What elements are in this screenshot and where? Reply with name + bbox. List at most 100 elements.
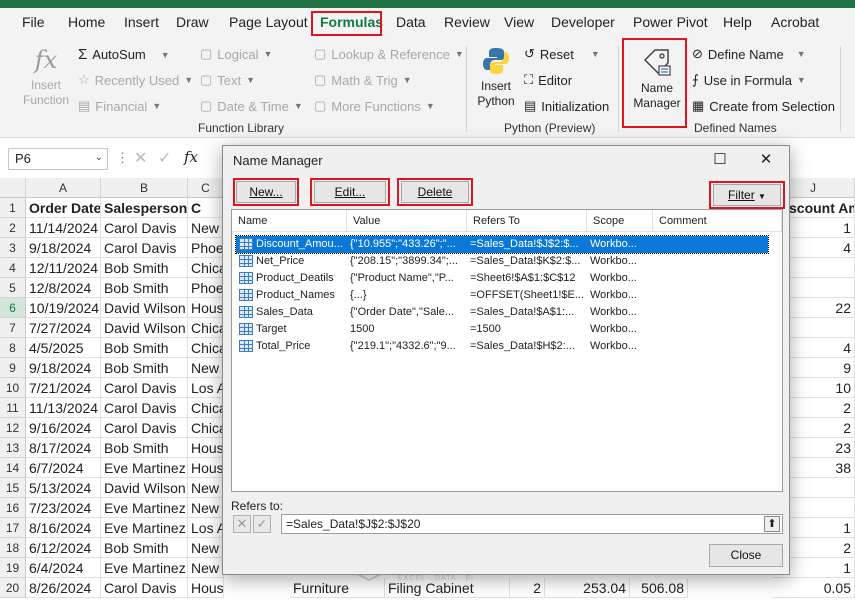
chevron-down-icon[interactable]: ⌄: [95, 152, 103, 163]
column-header-a[interactable]: A: [26, 178, 101, 198]
name-list-item[interactable]: Sales_Data {"Order Date","Sale... =Sales_D…: [236, 304, 768, 321]
use-in-formula-button[interactable]: ⨍ Use in Formula ▼: [692, 72, 806, 88]
column-name[interactable]: Name: [232, 210, 347, 232]
date-time-button[interactable]: ▢ Date & Time ▼: [200, 98, 303, 114]
data-cell[interactable]: 11/14/2024: [26, 218, 101, 238]
autosum-button[interactable]: Σ AutoSum ▼: [78, 46, 170, 63]
data-cell[interactable]: 8/26/2024: [26, 578, 101, 598]
data-cell[interactable]: Chica: [188, 258, 224, 278]
data-cell[interactable]: Bob Smith: [101, 358, 188, 378]
python-initialization-button[interactable]: ▤ Initialization: [524, 98, 609, 114]
data-cell[interactable]: Chica: [188, 398, 224, 418]
data-cell[interactable]: 2: [510, 578, 545, 598]
data-cell[interactable]: David Wilson: [101, 298, 188, 318]
row-header[interactable]: 6: [0, 298, 26, 318]
row-header[interactable]: 8: [0, 338, 26, 358]
data-cell[interactable]: David Wilson: [101, 318, 188, 338]
row-header[interactable]: 2: [0, 218, 26, 238]
data-cell[interactable]: Hous: [188, 438, 224, 458]
column-header-c[interactable]: C: [188, 178, 224, 198]
data-cell[interactable]: New: [188, 478, 224, 498]
tab-insert[interactable]: Insert: [124, 14, 159, 30]
cancel-edit-icon[interactable]: ✕: [233, 515, 251, 533]
lookup-reference-button[interactable]: ▢ Lookup & Reference ▼: [314, 46, 464, 62]
data-cell[interactable]: Phoe: [188, 278, 224, 298]
tab-page-layout[interactable]: Page Layout: [229, 14, 308, 30]
python-editor-button[interactable]: ⛶ Editor: [524, 72, 572, 88]
data-cell[interactable]: Chica: [188, 418, 224, 438]
data-cell[interactable]: 506.08: [630, 578, 688, 598]
column-header-b[interactable]: B: [101, 178, 188, 198]
data-cell[interactable]: 9/18/2024: [26, 358, 101, 378]
data-cell[interactable]: 253.04: [545, 578, 630, 598]
header-cell[interactable]: C: [188, 198, 224, 218]
data-cell[interactable]: 7/21/2024: [26, 378, 101, 398]
data-cell[interactable]: Bob Smith: [101, 338, 188, 358]
row-header[interactable]: 16: [0, 498, 26, 518]
data-cell[interactable]: David Wilson: [101, 478, 188, 498]
data-cell[interactable]: Eve Martinez: [101, 498, 188, 518]
data-cell[interactable]: Bob Smith: [101, 258, 188, 278]
tab-file[interactable]: File: [22, 14, 45, 30]
data-cell[interactable]: 5/13/2024: [26, 478, 101, 498]
name-list-item[interactable]: Total_Price {"219.1";"4332.6";"9... =Sales…: [236, 338, 768, 355]
data-cell[interactable]: Hous: [188, 458, 224, 478]
more-functions-button[interactable]: ▢ More Functions ▼: [314, 98, 435, 114]
data-cell[interactable]: Chica: [188, 318, 224, 338]
data-cell[interactable]: Carol Davis: [101, 578, 188, 598]
data-cell[interactable]: Phoe: [188, 238, 224, 258]
recently-used-button[interactable]: ☆ Recently Used ▼: [78, 72, 193, 88]
tab-power-pivot[interactable]: Power Pivot: [633, 14, 708, 30]
row-header[interactable]: 1: [0, 198, 26, 218]
data-cell[interactable]: 6/12/2024: [26, 538, 101, 558]
data-cell[interactable]: Carol Davis: [101, 418, 188, 438]
column-comment[interactable]: Comment: [653, 210, 782, 232]
data-cell[interactable]: Bob Smith: [101, 538, 188, 558]
logical-button[interactable]: ▢ Logical ▼: [200, 46, 272, 62]
row-header[interactable]: 5: [0, 278, 26, 298]
row-header[interactable]: 14: [0, 458, 26, 478]
data-cell[interactable]: 12/8/2024: [26, 278, 101, 298]
row-header[interactable]: 19: [0, 558, 26, 578]
select-all-corner[interactable]: [0, 178, 26, 198]
text-button[interactable]: ▢ Text ▼: [200, 72, 255, 88]
name-box[interactable]: P6 ⌄: [8, 148, 108, 170]
data-cell[interactable]: Eve Martinez: [101, 518, 188, 538]
data-cell[interactable]: 4/5/2025: [26, 338, 101, 358]
row-header[interactable]: 11: [0, 398, 26, 418]
tab-review[interactable]: Review: [444, 14, 490, 30]
data-cell[interactable]: Carol Davis: [101, 378, 188, 398]
data-cell[interactable]: New: [188, 538, 224, 558]
maximize-icon[interactable]: ☐: [697, 146, 743, 174]
define-name-button[interactable]: ⊘ Define Name ▼: [692, 46, 806, 62]
tab-view[interactable]: View: [504, 14, 534, 30]
data-cell[interactable]: New: [188, 358, 224, 378]
data-cell[interactable]: New: [188, 558, 224, 578]
row-header[interactable]: 20: [0, 578, 26, 598]
name-list-item[interactable]: Discount_Amou... {"10.955";"433.26";"... =…: [235, 235, 769, 254]
row-header[interactable]: 3: [0, 238, 26, 258]
tab-developer[interactable]: Developer: [551, 14, 615, 30]
names-list[interactable]: Name Value Refers To Scope Comment Disco…: [231, 209, 783, 492]
data-cell[interactable]: 6/4/2024: [26, 558, 101, 578]
data-cell[interactable]: 8/16/2024: [26, 518, 101, 538]
data-cell[interactable]: 7/27/2024: [26, 318, 101, 338]
name-list-item[interactable]: Net_Price {"208.15";"3899.34";... =Sales_D…: [236, 253, 768, 270]
data-cell[interactable]: 7/23/2024: [26, 498, 101, 518]
column-refers-to[interactable]: Refers To: [467, 210, 587, 232]
tab-help[interactable]: Help: [723, 14, 752, 30]
tab-acrobat[interactable]: Acrobat: [771, 14, 819, 30]
data-cell[interactable]: Los A: [188, 378, 224, 398]
create-from-selection-button[interactable]: ▦ Create from Selection: [692, 98, 835, 114]
name-list-item[interactable]: Product_Deatils {"Product Name","P... =She…: [236, 270, 768, 287]
row-header[interactable]: 18: [0, 538, 26, 558]
name-list-item[interactable]: Product_Names {...} =OFFSET(Sheet1!$E... Wo…: [236, 287, 768, 304]
data-cell[interactable]: 6/7/2024: [26, 458, 101, 478]
data-cell[interactable]: New: [188, 218, 224, 238]
header-cell[interactable]: Order Date: [26, 198, 101, 218]
data-cell[interactable]: 12/11/2024: [26, 258, 101, 278]
data-cell[interactable]: Carol Davis: [101, 218, 188, 238]
insert-function-icon[interactable]: fx: [184, 148, 198, 166]
data-cell[interactable]: 10/19/2024: [26, 298, 101, 318]
data-cell[interactable]: 9/16/2024: [26, 418, 101, 438]
